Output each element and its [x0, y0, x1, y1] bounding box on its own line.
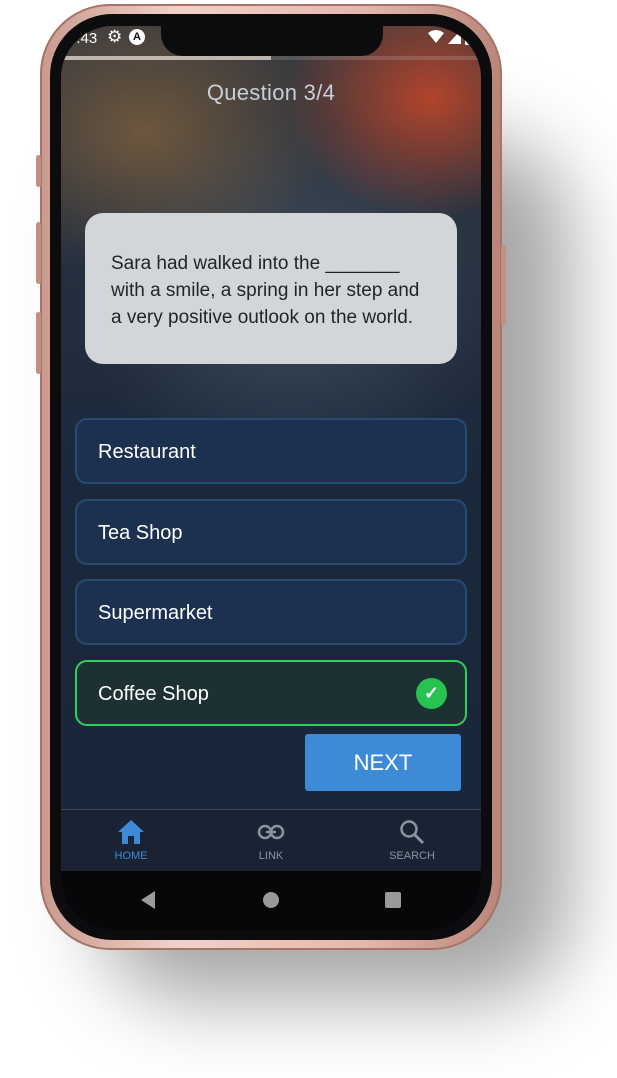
question-card: Sara had walked into the _______ with a …	[85, 213, 457, 364]
answer-option-tea-shop[interactable]: Tea Shop	[75, 499, 467, 565]
gear-icon: ⚙	[107, 27, 123, 46]
answer-option-restaurant[interactable]: Restaurant	[75, 418, 467, 484]
answer-option-supermarket[interactable]: Supermarket	[75, 579, 467, 645]
nav-label-search: SEARCH	[389, 850, 435, 862]
home-icon	[81, 816, 181, 848]
search-icon	[362, 816, 462, 848]
nav-item-search[interactable]: SEARCH	[362, 816, 462, 862]
volume-up-button	[36, 222, 41, 284]
status-bar: 5:43 ⚙ A	[61, 26, 481, 52]
back-icon[interactable]	[141, 891, 155, 909]
next-button[interactable]: NEXT	[305, 734, 461, 791]
answer-option-label: Restaurant	[98, 441, 196, 463]
nav-label-home: HOME	[114, 850, 148, 862]
battery-icon	[465, 29, 473, 45]
phone-screen: 5:43 ⚙ A Question 3/4 Sara had walked in…	[61, 26, 481, 930]
link-icon	[221, 816, 321, 848]
answer-option-label: Supermarket	[98, 602, 213, 624]
quiz-progress-fill	[61, 56, 271, 60]
nav-item-home[interactable]: HOME	[81, 816, 181, 862]
quiz-progress-bar	[61, 56, 481, 60]
answer-option-label: Tea Shop	[98, 522, 183, 544]
status-time: 5:43	[68, 30, 98, 47]
bottom-navigation: HOME LINK SEARCH	[61, 809, 481, 872]
nav-item-link[interactable]: LINK	[221, 816, 321, 862]
volume-down-button	[36, 312, 41, 374]
nav-label-link: LINK	[258, 850, 284, 862]
volume-button	[36, 155, 41, 187]
answer-option-label: Coffee Shop	[98, 683, 209, 705]
power-button	[501, 245, 506, 325]
signal-icon	[447, 30, 461, 45]
system-navigation-bar	[61, 871, 481, 930]
question-text: Sara had walked into the _______ with a …	[111, 253, 420, 328]
question-counter: Question 3/4	[206, 80, 336, 105]
check-icon: ✓	[416, 678, 447, 709]
mockup-stage: 5:43 ⚙ A Question 3/4 Sara had walked in…	[0, 0, 617, 1078]
answer-option-coffee-shop[interactable]: Coffee Shop ✓	[75, 660, 467, 726]
home-circle-icon[interactable]	[263, 892, 279, 908]
app-a-icon: A	[129, 29, 145, 45]
status-right-icons	[427, 28, 473, 45]
wifi-icon	[427, 30, 444, 44]
recents-icon[interactable]	[385, 892, 401, 908]
